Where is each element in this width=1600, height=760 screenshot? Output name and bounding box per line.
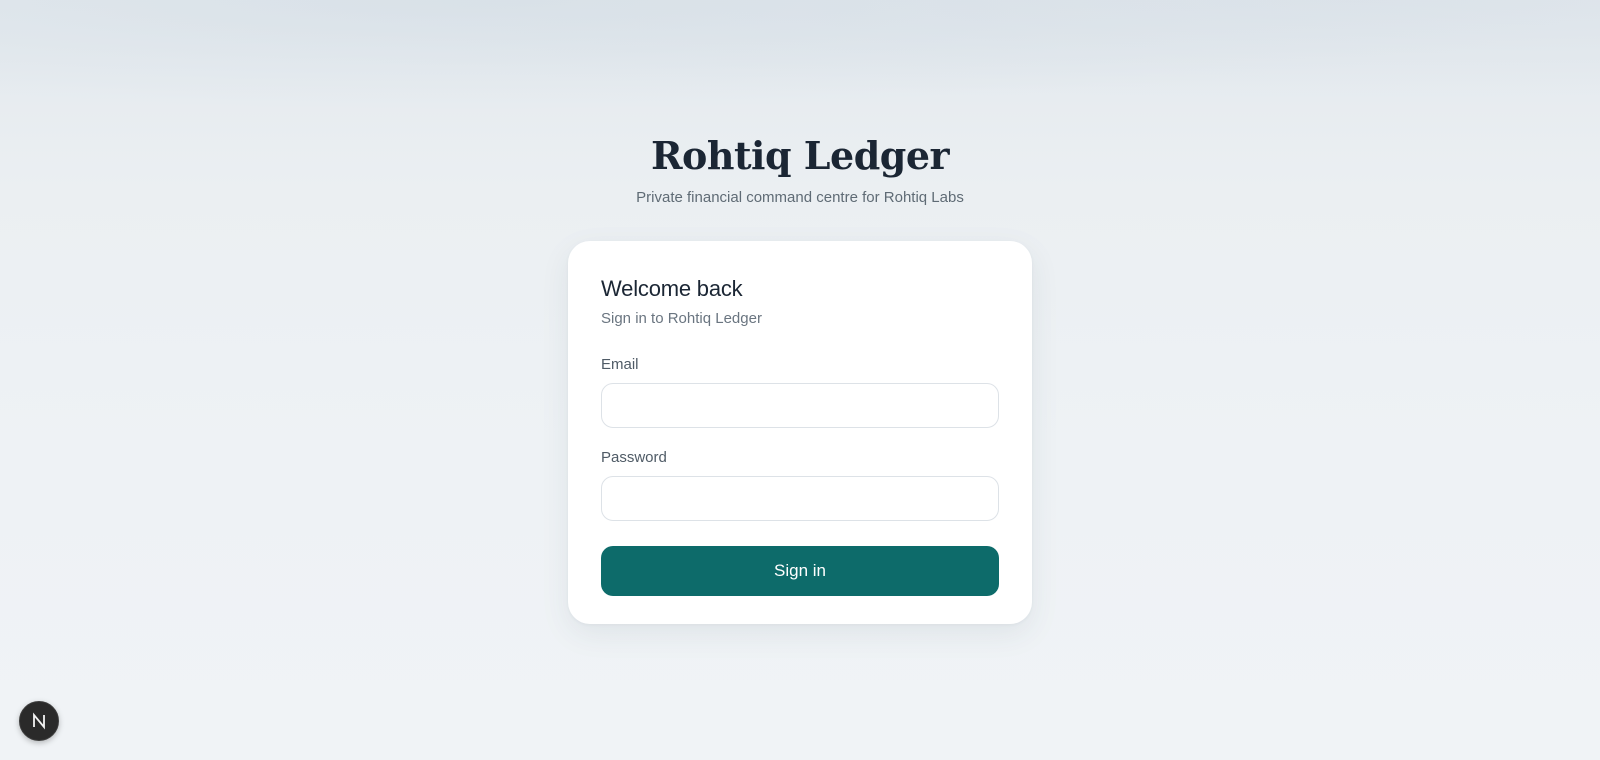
login-subheading: Sign in to Rohtiq Ledger xyxy=(601,310,762,327)
email-input[interactable] xyxy=(601,383,999,428)
nextjs-logo-icon xyxy=(33,712,45,730)
password-input[interactable] xyxy=(601,476,999,521)
sign-in-button[interactable]: Sign in xyxy=(601,546,999,596)
password-label: Password xyxy=(601,449,667,466)
background-haze xyxy=(0,0,1600,110)
brand-header: Rohtiq Ledger Private financial command … xyxy=(0,132,1600,208)
brand-title: Rohtiq Ledger xyxy=(650,133,950,178)
login-heading: Welcome back xyxy=(601,276,743,301)
login-card: Welcome back Sign in to Rohtiq Ledger Em… xyxy=(568,241,1032,624)
email-label: Email xyxy=(601,356,639,373)
brand-subtitle: Private financial command centre for Roh… xyxy=(636,189,964,206)
nextjs-dev-indicator-button[interactable] xyxy=(19,701,59,741)
